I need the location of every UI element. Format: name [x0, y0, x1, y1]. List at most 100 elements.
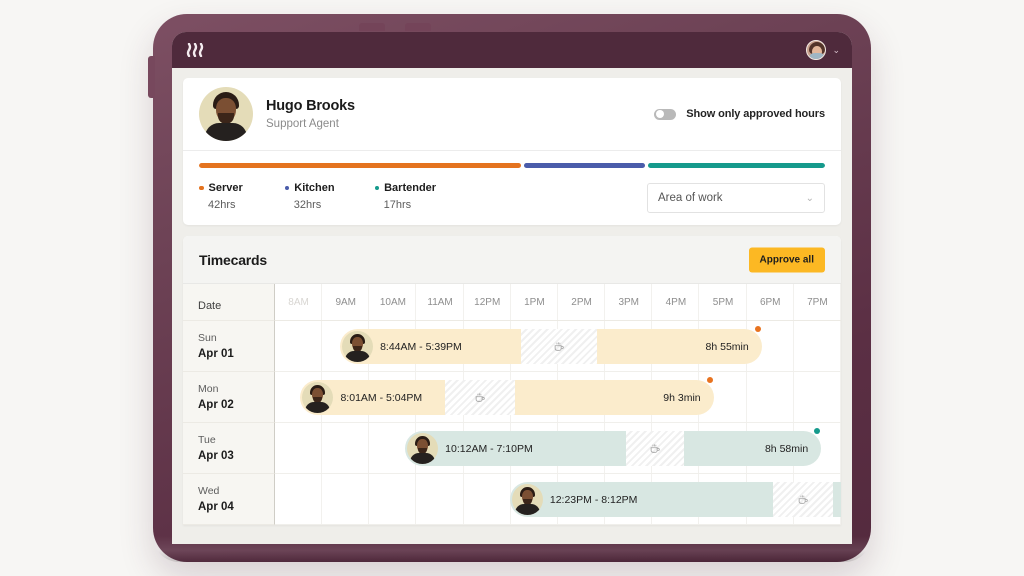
hour-column — [322, 474, 370, 524]
legend-hours: 32hrs — [293, 199, 322, 211]
screenshot-stage: ⌄ Hugo Brooks Support Agent Show only ap… — [0, 0, 1024, 576]
chevron-down-icon: ⌄ — [805, 192, 814, 204]
hour-label: 3PM — [618, 297, 640, 308]
table-row[interactable]: Tue Apr 03 10:12AM - 7:10PM 8h 58min — [183, 423, 841, 474]
employee-name: Hugo Brooks — [266, 98, 355, 114]
legend-label: Bartender — [384, 182, 437, 194]
shift-employee-avatar — [342, 331, 374, 362]
page-content: Hugo Brooks Support Agent Show only appr… — [172, 68, 852, 525]
shift-track[interactable]: 8:44AM - 5:39PM 8h 55min — [275, 321, 841, 372]
power-button[interactable] — [359, 23, 385, 31]
hour-column — [275, 321, 323, 371]
legend-dot — [199, 185, 204, 191]
chevron-down-icon[interactable]: ⌄ — [832, 45, 840, 55]
legend-item-kitchen: Kitchen 32hrs — [284, 182, 335, 211]
timecards-header-row: Date 8AM 9AM 10AM 11AM 12PM 1PM 2PM 3PM 4PM 5PM 6PM… — [183, 284, 841, 321]
date-column-header: Date — [183, 284, 275, 321]
shift-bar[interactable]: 10:12AM - 7:10PM 8h 58min — [405, 428, 822, 466]
day-of-week: Wed — [198, 485, 220, 497]
date-label: Apr 01 — [198, 348, 234, 360]
shift-bar[interactable]: 12:23PM - 8:12PM — [509, 482, 841, 517]
timecards-grid: Date 8AM 9AM 10AM 11AM 12PM 1PM 2PM 3PM 4PM 5PM 6PM… — [183, 284, 841, 525]
hour-column — [794, 321, 841, 371]
hour-label: 4PM — [665, 297, 687, 308]
date-cell: Tue Apr 03 — [183, 423, 275, 474]
table-row[interactable]: Wed Apr 04 12:23PM - 8:12PM — [183, 474, 841, 525]
hours-breakdown: Server 42hrs Kitchen 32hrs Bartender 17hrs Ar… — [183, 151, 841, 225]
approved-hours-toggle[interactable] — [654, 108, 677, 120]
hours-segmented-bar — [199, 163, 825, 168]
hour-label: 7PM — [807, 297, 828, 308]
hour-column — [275, 423, 323, 473]
app-top-bar: ⌄ — [172, 32, 852, 68]
shift-employee-avatar — [407, 433, 439, 464]
table-row[interactable]: Mon Apr 02 8:01AM - 5:04PM 9h 3min — [183, 372, 841, 423]
shift-track[interactable]: 12:23PM - 8:12PM — [275, 474, 841, 525]
appbar-user-menu[interactable]: ⌄ — [806, 32, 840, 68]
employee-identity: Hugo Brooks Support Agent — [266, 98, 355, 130]
approve-all-button[interactable]: Approve all — [748, 247, 825, 272]
legend-dot — [374, 185, 380, 191]
shift-duration: 9h 3min — [663, 391, 701, 404]
shift-bar[interactable]: 8:44AM - 5:39PM 8h 55min — [340, 326, 762, 364]
shift-track[interactable]: 10:12AM - 7:10PM 8h 58min — [275, 423, 841, 474]
toggle-knob — [655, 110, 664, 118]
shift-employee-avatar — [302, 382, 334, 413]
hour-label: 2PM — [571, 297, 592, 308]
hour-label: 11AM — [427, 297, 453, 308]
legend-label: Kitchen — [294, 182, 335, 194]
user-avatar[interactable] — [806, 40, 827, 60]
volume-button[interactable] — [405, 23, 431, 31]
date-label: Apr 04 — [198, 501, 234, 513]
status-dot — [754, 326, 761, 332]
date-column-header-label: Date — [198, 300, 222, 312]
day-of-week: Tue — [198, 434, 216, 446]
hour-column — [417, 474, 464, 524]
legend-item-bartender: Bartender 17hrs — [374, 182, 437, 211]
shift-track[interactable]: 8:01AM - 5:04PM 9h 3min — [275, 372, 841, 423]
employee-role: Support Agent — [266, 118, 339, 130]
shift-employee-avatar — [511, 484, 543, 515]
date-label: Apr 02 — [198, 399, 234, 411]
area-of-work-select[interactable]: Area of work ⌄ — [647, 183, 825, 213]
hour-column — [794, 372, 841, 422]
shift-time-range: 12:23PM - 8:12PM — [549, 493, 638, 506]
hour-label: 6PM — [759, 297, 781, 308]
shift-duration: 8h 58min — [764, 442, 809, 455]
side-button[interactable] — [148, 56, 155, 98]
tablet-screen: ⌄ Hugo Brooks Support Agent Show only ap… — [172, 32, 852, 544]
area-of-work-value: Area of work — [658, 192, 723, 204]
hour-label: 10AM — [379, 297, 406, 308]
timecards-title: Timecards — [199, 251, 267, 268]
date-cell: Wed Apr 04 — [183, 474, 275, 525]
hour-label: 8AM — [288, 297, 309, 308]
hour-label: 12PM — [474, 297, 501, 308]
date-cell: Sun Apr 01 — [183, 321, 275, 372]
shift-bar[interactable]: 8:01AM - 5:04PM 9h 3min — [300, 377, 714, 415]
hour-column — [275, 474, 323, 524]
shift-time-range: 10:12AM - 7:10PM — [445, 442, 533, 455]
hours-segment-bartender — [648, 163, 825, 168]
break-block[interactable] — [445, 380, 516, 415]
table-row[interactable]: Sun Apr 01 8:44AM - 5:39PM 8h 55min — [183, 321, 841, 372]
approved-hours-toggle-label: Show only approved hours — [686, 108, 825, 120]
timecards-header: Timecards Approve all — [183, 236, 841, 284]
shift-time-range: 8:01AM - 5:04PM — [340, 391, 423, 404]
legend-hours: 17hrs — [383, 199, 412, 211]
legend-hours: 42hrs — [208, 199, 236, 211]
status-dot — [706, 377, 713, 383]
hour-label: 1PM — [524, 297, 545, 308]
hours-segment-server — [199, 163, 522, 168]
hour-label: 5PM — [712, 297, 734, 308]
date-label: Apr 03 — [198, 450, 234, 462]
break-block[interactable] — [625, 431, 684, 466]
hour-column — [322, 423, 370, 473]
timecards-card: Timecards Approve all Date 8AM 9AM 10AM 11AM… — [183, 236, 841, 525]
break-block[interactable] — [521, 329, 598, 364]
day-of-week: Sun — [198, 332, 217, 344]
break-block[interactable] — [773, 482, 833, 517]
hours-segment-kitchen — [524, 163, 646, 168]
app-logo-icon[interactable] — [186, 43, 208, 57]
hour-label: 9AM — [335, 297, 357, 308]
approved-hours-toggle-group[interactable]: Show only approved hours — [654, 108, 825, 120]
